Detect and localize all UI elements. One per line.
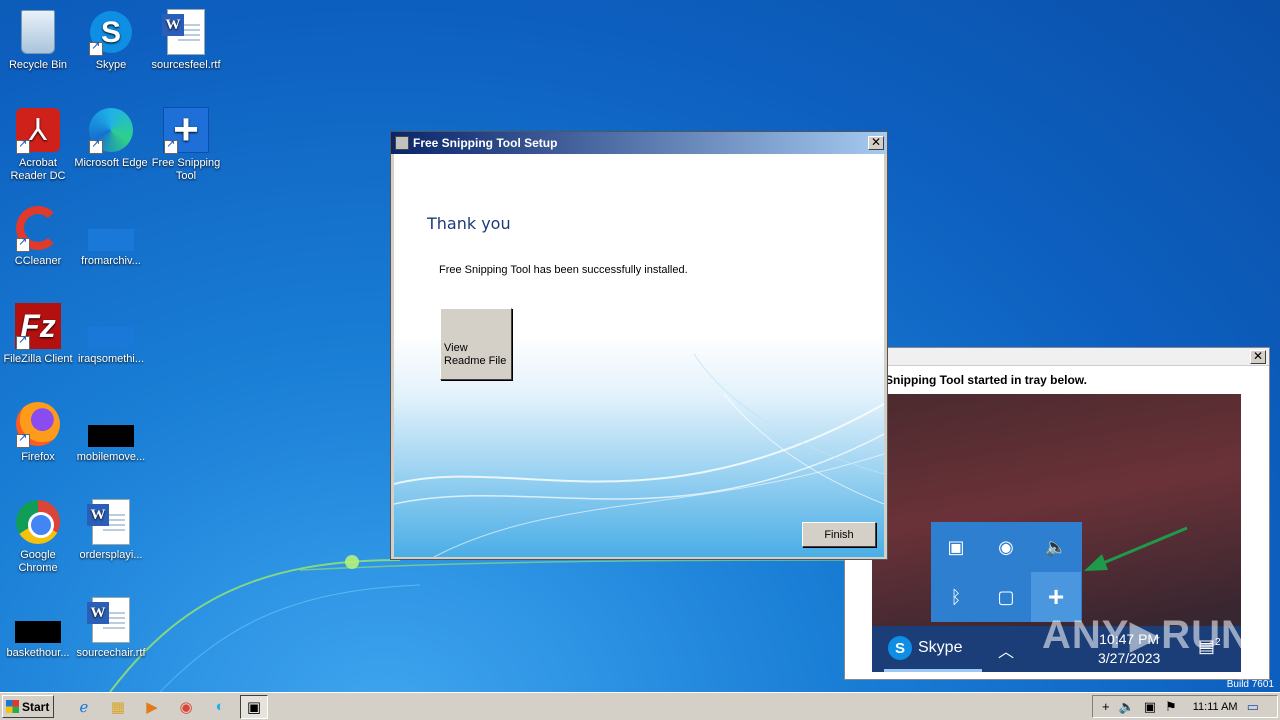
tray-overflow-panel: ▣ ◉ 🔈 ᛒ ▢ + xyxy=(931,522,1082,622)
desktop-icon-label: iraqsomethi... xyxy=(77,353,145,365)
setup-dialog: Free Snipping Tool Setup ✕ Thank you Fre… xyxy=(390,131,888,560)
desktop-icon-label: fromarchiv... xyxy=(81,255,141,267)
desktop-icon-skype[interactable]: S Skype xyxy=(73,8,149,72)
desktop-icon-label: mobilemove... xyxy=(76,451,146,463)
network-icon[interactable]: ▣ xyxy=(1144,699,1156,715)
setup-titlebar[interactable]: Free Snipping Tool Setup xyxy=(391,132,887,154)
file-icon xyxy=(88,425,134,447)
desktop-icon-label: sourcesfeel.rtf xyxy=(151,59,221,71)
desktop-icon-ordersplayi[interactable]: W ordersplayi... xyxy=(73,498,149,562)
chrome-icon xyxy=(16,500,60,544)
setup-body: Thank you Free Snipping Tool has been su… xyxy=(394,154,884,557)
screenshot-skype-label: Skype xyxy=(918,639,963,656)
chrome-icon: ◉ xyxy=(998,536,1014,557)
file-icon xyxy=(88,229,134,251)
setup-taskbar-button[interactable]: ▣ xyxy=(240,694,268,719)
taskbar: Start ℯ ▦ ▶ ◉ ◐ ▣ + 🔈 ▣ ⚑ 11:11 AM ▭ xyxy=(0,692,1280,720)
view-readme-button[interactable]: View Readme File xyxy=(440,308,512,380)
desktop-icon-baskethour[interactable]: baskethour... xyxy=(0,596,76,660)
green-arrow-icon xyxy=(1084,526,1188,571)
desktop-icon-label: Acrobat Reader DC xyxy=(10,157,66,182)
skype-icon: S xyxy=(888,636,912,660)
word-document-icon: W xyxy=(87,499,130,545)
setup-message: Free Snipping Tool has been successfully… xyxy=(439,264,688,276)
media-player-icon[interactable]: ▶ xyxy=(138,695,166,719)
windows-flag-icon xyxy=(6,700,19,713)
desktop-icon-free-snipping-tool[interactable]: + Free Snipping Tool xyxy=(148,106,224,183)
word-document-icon: W xyxy=(87,597,130,643)
desktop-icon-chrome[interactable]: Google Chrome xyxy=(0,498,76,575)
desktop-icon-label: Recycle Bin xyxy=(8,59,68,71)
system-tray: + 🔈 ▣ ⚑ 11:11 AM ▭ xyxy=(1092,695,1278,718)
show-desktop-icon[interactable]: ▭ xyxy=(1247,699,1259,715)
internet-explorer-icon[interactable]: ℯ xyxy=(70,695,98,719)
installer-icon xyxy=(395,136,409,150)
edge-icon[interactable]: ◐ xyxy=(206,695,234,719)
windows-build-text: Build 7601 xyxy=(1226,679,1274,690)
screenshot-skype-item: S Skype xyxy=(888,636,962,660)
camera-icon: ▣ xyxy=(947,536,965,557)
file-icon xyxy=(88,327,134,349)
setup-heading: Thank you xyxy=(427,214,511,233)
desktop-icon-acrobat[interactable]: ⅄ Acrobat Reader DC xyxy=(0,106,76,183)
desktop-icon-label: Skype xyxy=(95,59,127,71)
clock[interactable]: 11:11 AM xyxy=(1193,701,1238,713)
notification-titlebar[interactable] xyxy=(845,348,1269,366)
chrome-icon[interactable]: ◉ xyxy=(172,695,200,719)
notification-message: e Snipping Tool started in tray below. xyxy=(875,373,1088,387)
desktop-icon-label: CCleaner xyxy=(14,255,62,267)
desktop-icon-label: Firefox xyxy=(21,451,55,463)
desktop-icon-sourcesfeel[interactable]: W sourcesfeel.rtf xyxy=(148,8,224,72)
desktop-icon-label: Google Chrome xyxy=(18,549,58,574)
flag-icon[interactable]: ⚑ xyxy=(1165,699,1177,715)
start-button[interactable]: Start xyxy=(2,695,54,718)
desktop-icon-iraqsomethi[interactable]: iraqsomethi... xyxy=(73,302,149,366)
recycle-bin-icon xyxy=(21,10,55,54)
anyrun-watermark: ANY▶RUN xyxy=(1042,613,1251,657)
desktop-icon-fromarchiv[interactable]: fromarchiv... xyxy=(73,204,149,268)
desktop-icon-label: ordersplayi... xyxy=(79,549,143,561)
desktop-icon-ccleaner[interactable]: CCleaner xyxy=(0,204,76,268)
desktop-icon-label: FileZilla Client xyxy=(3,353,73,365)
shortcut-arrow-icon xyxy=(16,236,30,252)
desktop-icon-label: Microsoft Edge xyxy=(74,157,148,169)
file-explorer-icon[interactable]: ▦ xyxy=(104,695,132,719)
desktop-icon-mobilemove[interactable]: mobilemove... xyxy=(73,400,149,464)
desktop-icon-label: baskethour... xyxy=(6,647,70,659)
desktop-icon-sourcechair[interactable]: W sourcechair.rtf xyxy=(73,596,149,660)
desktop-icon-label: sourcechair.rtf xyxy=(76,647,146,659)
shortcut-arrow-icon xyxy=(89,40,103,56)
finish-button[interactable]: Finish xyxy=(802,522,876,547)
square-app-icon: ▢ xyxy=(997,586,1015,607)
plus-icon[interactable]: + xyxy=(1102,699,1110,714)
start-label: Start xyxy=(22,699,50,714)
desktop-icon-recycle-bin[interactable]: Recycle Bin xyxy=(0,8,76,72)
active-underline xyxy=(884,669,982,672)
setup-close-button[interactable]: ✕ xyxy=(868,136,884,150)
desktop-icon-firefox[interactable]: Firefox xyxy=(0,400,76,464)
shortcut-arrow-icon xyxy=(16,138,30,154)
shortcut-arrow-icon xyxy=(89,138,103,154)
desktop-icon-label: Free Snipping Tool xyxy=(151,157,221,182)
desktop-icon-filezilla[interactable]: Fz FileZilla Client xyxy=(0,302,76,366)
shortcut-arrow-icon xyxy=(16,432,30,448)
shortcut-arrow-icon xyxy=(16,334,30,350)
desktop-icon-edge[interactable]: Microsoft Edge xyxy=(73,106,149,170)
notification-close-button[interactable]: ✕ xyxy=(1250,350,1266,364)
volume-icon: 🔈 xyxy=(1044,536,1068,557)
bluetooth-icon: ᛒ xyxy=(950,586,962,607)
chevron-up-icon: ︿ xyxy=(998,644,1015,661)
setup-title: Free Snipping Tool Setup xyxy=(413,136,558,150)
file-icon xyxy=(15,621,61,643)
word-document-icon: W xyxy=(162,9,205,55)
volume-icon[interactable]: 🔈 xyxy=(1119,699,1135,715)
shortcut-arrow-icon xyxy=(164,138,178,154)
